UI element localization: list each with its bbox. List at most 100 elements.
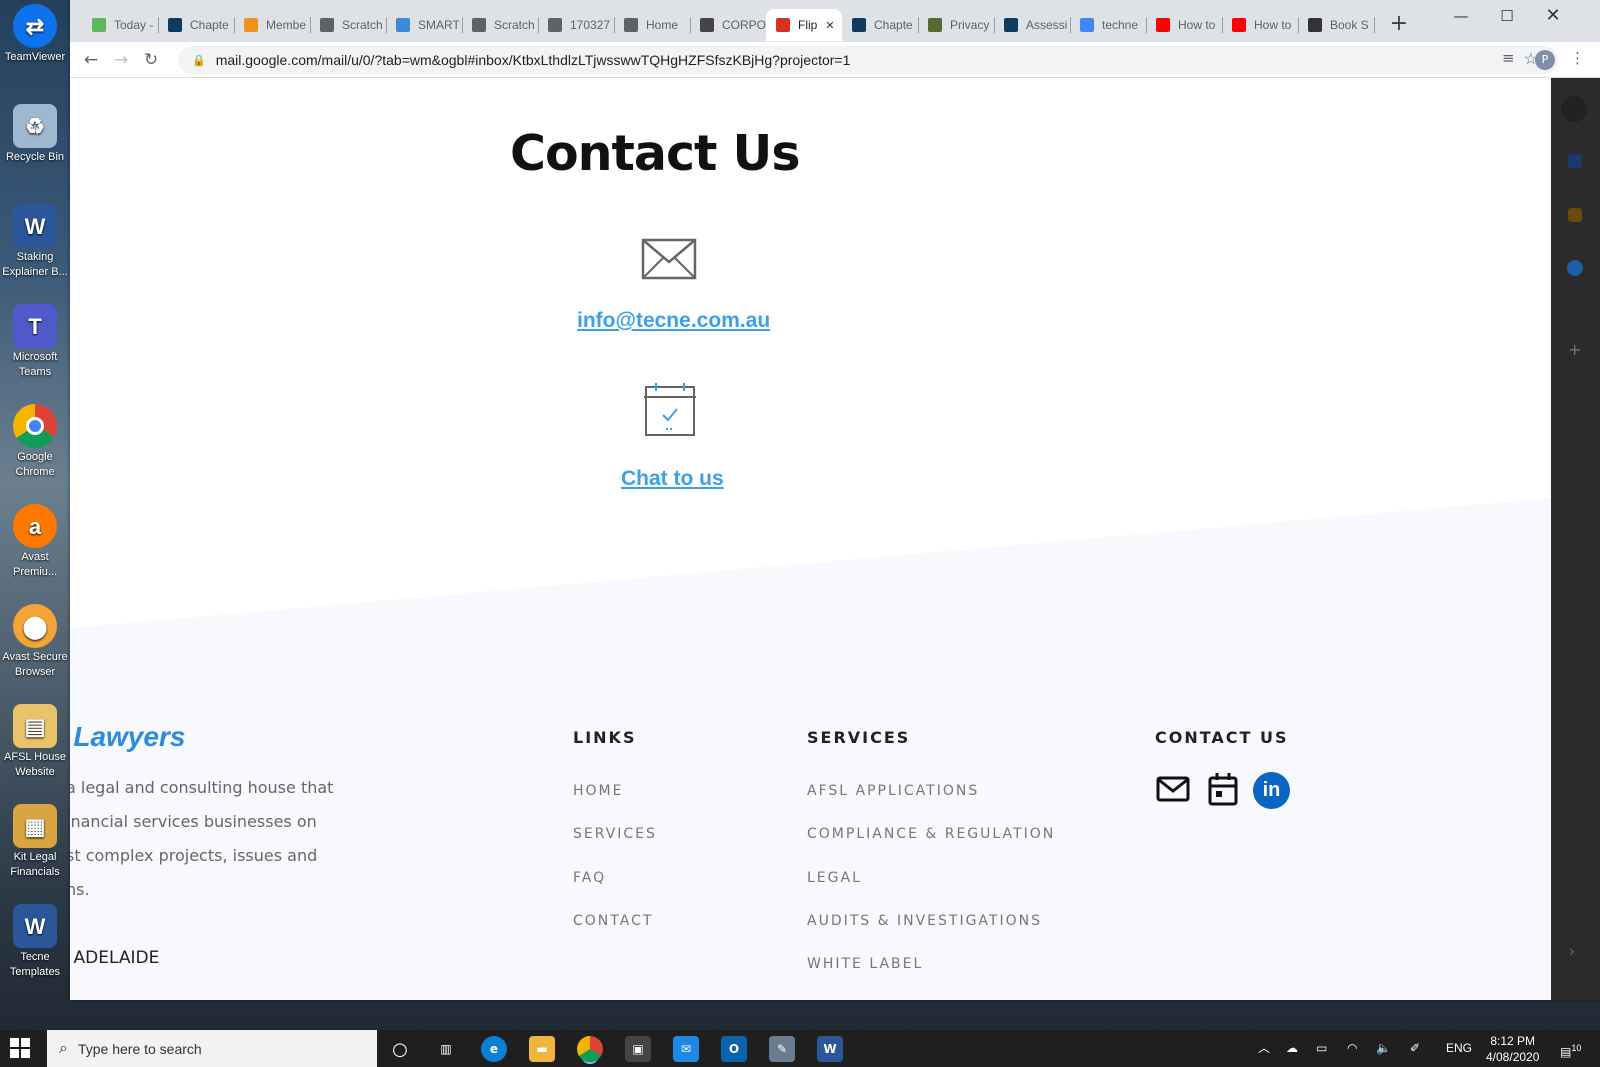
desktop-icon-kit-legal-financials[interactable]: ▦ Kit Legal Financials: [0, 804, 70, 880]
tab-9[interactable]: CORPO: [690, 9, 766, 41]
address-bar[interactable]: 🔒 mail.google.com/mail/u/0/?tab=wm&ogbl#…: [178, 46, 1558, 74]
close-window-button[interactable]: ✕: [1530, 2, 1576, 30]
tasks-addon-icon[interactable]: [1567, 260, 1583, 276]
tab-label: How to: [1254, 18, 1292, 32]
footer-calendar-icon[interactable]: [1208, 772, 1238, 806]
desktop-icon-tecne-templates[interactable]: W Tecne Templates: [0, 904, 70, 980]
chevron-right-icon[interactable]: ›: [1569, 944, 1575, 960]
desktop-icon-staking-explainer[interactable]: W Staking Explainer B...: [0, 204, 70, 280]
task-view-icon[interactable]: ▥: [433, 1036, 459, 1062]
footer-service-audits[interactable]: AUDITS & INVESTIGATIONS: [807, 913, 1042, 929]
paint-icon[interactable]: ✎: [769, 1036, 795, 1062]
onedrive-icon[interactable]: ☁: [1286, 1030, 1298, 1067]
desktop-icon-teamviewer[interactable]: ⇄ TeamViewer: [0, 4, 70, 65]
back-button[interactable]: ←: [78, 47, 104, 73]
tab-17[interactable]: Book S: [1298, 9, 1374, 41]
keep-addon-icon[interactable]: [1568, 208, 1582, 222]
email-link[interactable]: info@tecne.com.au: [577, 309, 770, 333]
calendar-addon-icon[interactable]: [1568, 154, 1582, 168]
tab-2[interactable]: Chapte: [158, 9, 234, 41]
footer-service-white-label[interactable]: WHITE LABEL: [807, 956, 923, 972]
windows-start-icon[interactable]: [10, 1038, 30, 1058]
footer-service-compliance[interactable]: COMPLIANCE & REGULATION: [807, 826, 1055, 842]
footer-contact-heading: CONTACT US: [1155, 728, 1289, 747]
close-tab-icon[interactable]: ✕: [825, 19, 834, 32]
tab-16[interactable]: How to: [1222, 9, 1298, 41]
volume-icon[interactable]: 🔈: [1376, 1030, 1391, 1067]
file-explorer-icon[interactable]: ▬: [529, 1036, 555, 1062]
desktop-icon-recycle-bin[interactable]: ♻ Recycle Bin: [0, 104, 70, 165]
gmail-side-panel: + ›: [1551, 78, 1600, 1000]
profile-avatar[interactable]: P: [1535, 50, 1555, 70]
show-hidden-icons[interactable]: ︿: [1258, 1030, 1270, 1067]
tab-7[interactable]: 170327: [538, 9, 614, 41]
desktop-icon-avast-premium[interactable]: a Avast Premiu...: [0, 504, 70, 580]
desktop-icon-avast-secure-browser[interactable]: ⬤ Avast Secure Browser: [0, 604, 70, 680]
footer-link-faq[interactable]: FAQ: [573, 870, 606, 886]
cortana-icon[interactable]: ○: [387, 1036, 413, 1062]
reload-button[interactable]: ↻: [138, 47, 164, 73]
linkedin-icon[interactable]: in: [1253, 772, 1290, 809]
edge-icon[interactable]: e: [481, 1036, 507, 1062]
language-indicator[interactable]: ENG: [1446, 1030, 1472, 1067]
pen-icon[interactable]: ✐: [1410, 1030, 1420, 1067]
footer-city: - ADELAIDE: [70, 948, 160, 968]
tab-12[interactable]: Privacy: [918, 9, 994, 41]
tab-5[interactable]: SMART: [386, 9, 462, 41]
maximize-button[interactable]: ☐: [1484, 2, 1530, 30]
taskbar-search-box[interactable]: ⌕ Type here to search: [47, 1030, 377, 1067]
menu-icon[interactable]: ⋮: [1570, 49, 1585, 67]
footer-email-icon[interactable]: [1156, 774, 1190, 804]
avast-browser-icon: ⬤: [13, 604, 57, 648]
taskbar: ⌕ Type here to search ○ ▥ e ▬ ▣ ✉ O ✎ W …: [0, 1030, 1600, 1067]
outlook-icon[interactable]: O: [721, 1036, 747, 1062]
tab-14[interactable]: techne: [1070, 9, 1146, 41]
tab-11[interactable]: Chapte: [842, 9, 918, 41]
chat-link[interactable]: Chat to us: [621, 467, 724, 491]
footer-link-contact[interactable]: CONTACT: [573, 913, 653, 929]
chrome-taskbar-icon[interactable]: [577, 1036, 603, 1062]
tab-8[interactable]: Home: [614, 9, 690, 41]
tab-favicon-icon: [320, 18, 334, 32]
footer-link-services[interactable]: SERVICES: [573, 826, 657, 842]
tab-label: Flip: [798, 18, 818, 32]
add-addon-icon[interactable]: +: [1568, 340, 1581, 359]
tab-favicon-icon: [852, 18, 866, 32]
tab-label: CORPO: [722, 18, 766, 32]
tab-10[interactable]: Flip ✕: [766, 9, 842, 41]
tab-4[interactable]: Scratch: [310, 9, 386, 41]
tab-favicon-icon: [1308, 18, 1322, 32]
new-tab-button[interactable]: +: [1386, 12, 1412, 38]
folder-icon: ▤: [13, 704, 57, 748]
notification-center-icon[interactable]: ▤10: [1560, 1030, 1581, 1067]
desktop-icon-google-chrome[interactable]: Google Chrome: [0, 404, 70, 480]
wifi-icon[interactable]: ◠: [1347, 1030, 1357, 1067]
desktop-icon-microsoft-teams[interactable]: T Microsoft Teams: [0, 304, 70, 380]
browser-toolbar: ← → ↻ 🔒 mail.google.com/mail/u/0/?tab=wm…: [70, 42, 1600, 78]
reading-list-icon[interactable]: ≡: [1502, 49, 1515, 67]
tab-6[interactable]: Scratch: [462, 9, 538, 41]
footer-links-heading: LINKS: [573, 728, 637, 747]
desktop-icon-afsl-house-website[interactable]: ▤ AFSL House Website: [0, 704, 70, 780]
avatar[interactable]: [1561, 96, 1587, 122]
tab-3[interactable]: Membe: [234, 9, 310, 41]
tab-15[interactable]: How to: [1146, 9, 1222, 41]
minimize-button[interactable]: —: [1438, 2, 1484, 30]
tab-13[interactable]: Assessi: [994, 9, 1070, 41]
teams-icon: T: [13, 304, 57, 348]
footer-service-legal[interactable]: LEGAL: [807, 870, 862, 886]
desktop: ⇄ TeamViewer ♻ Recycle Bin W Staking Exp…: [0, 0, 70, 1030]
tab-1[interactable]: Today -: [82, 9, 158, 41]
url-text: mail.google.com/mail/u/0/?tab=wm&ogbl#in…: [215, 52, 851, 68]
tab-label: Assessi: [1026, 18, 1068, 32]
store-icon[interactable]: ▣: [625, 1036, 651, 1062]
forward-button[interactable]: →: [108, 47, 134, 73]
battery-icon[interactable]: ▭: [1316, 1030, 1327, 1067]
clock[interactable]: 8:12 PM 4/08/2020: [1486, 1030, 1539, 1067]
footer-service-afsl-applications[interactable]: AFSL APPLICATIONS: [807, 783, 979, 799]
footer-link-home[interactable]: HOME: [573, 783, 623, 799]
word-icon[interactable]: W: [817, 1036, 843, 1062]
mail-icon[interactable]: ✉: [673, 1036, 699, 1062]
tab-label: SMART: [418, 18, 460, 32]
footer-brand[interactable]: e Lawyers: [70, 721, 185, 753]
